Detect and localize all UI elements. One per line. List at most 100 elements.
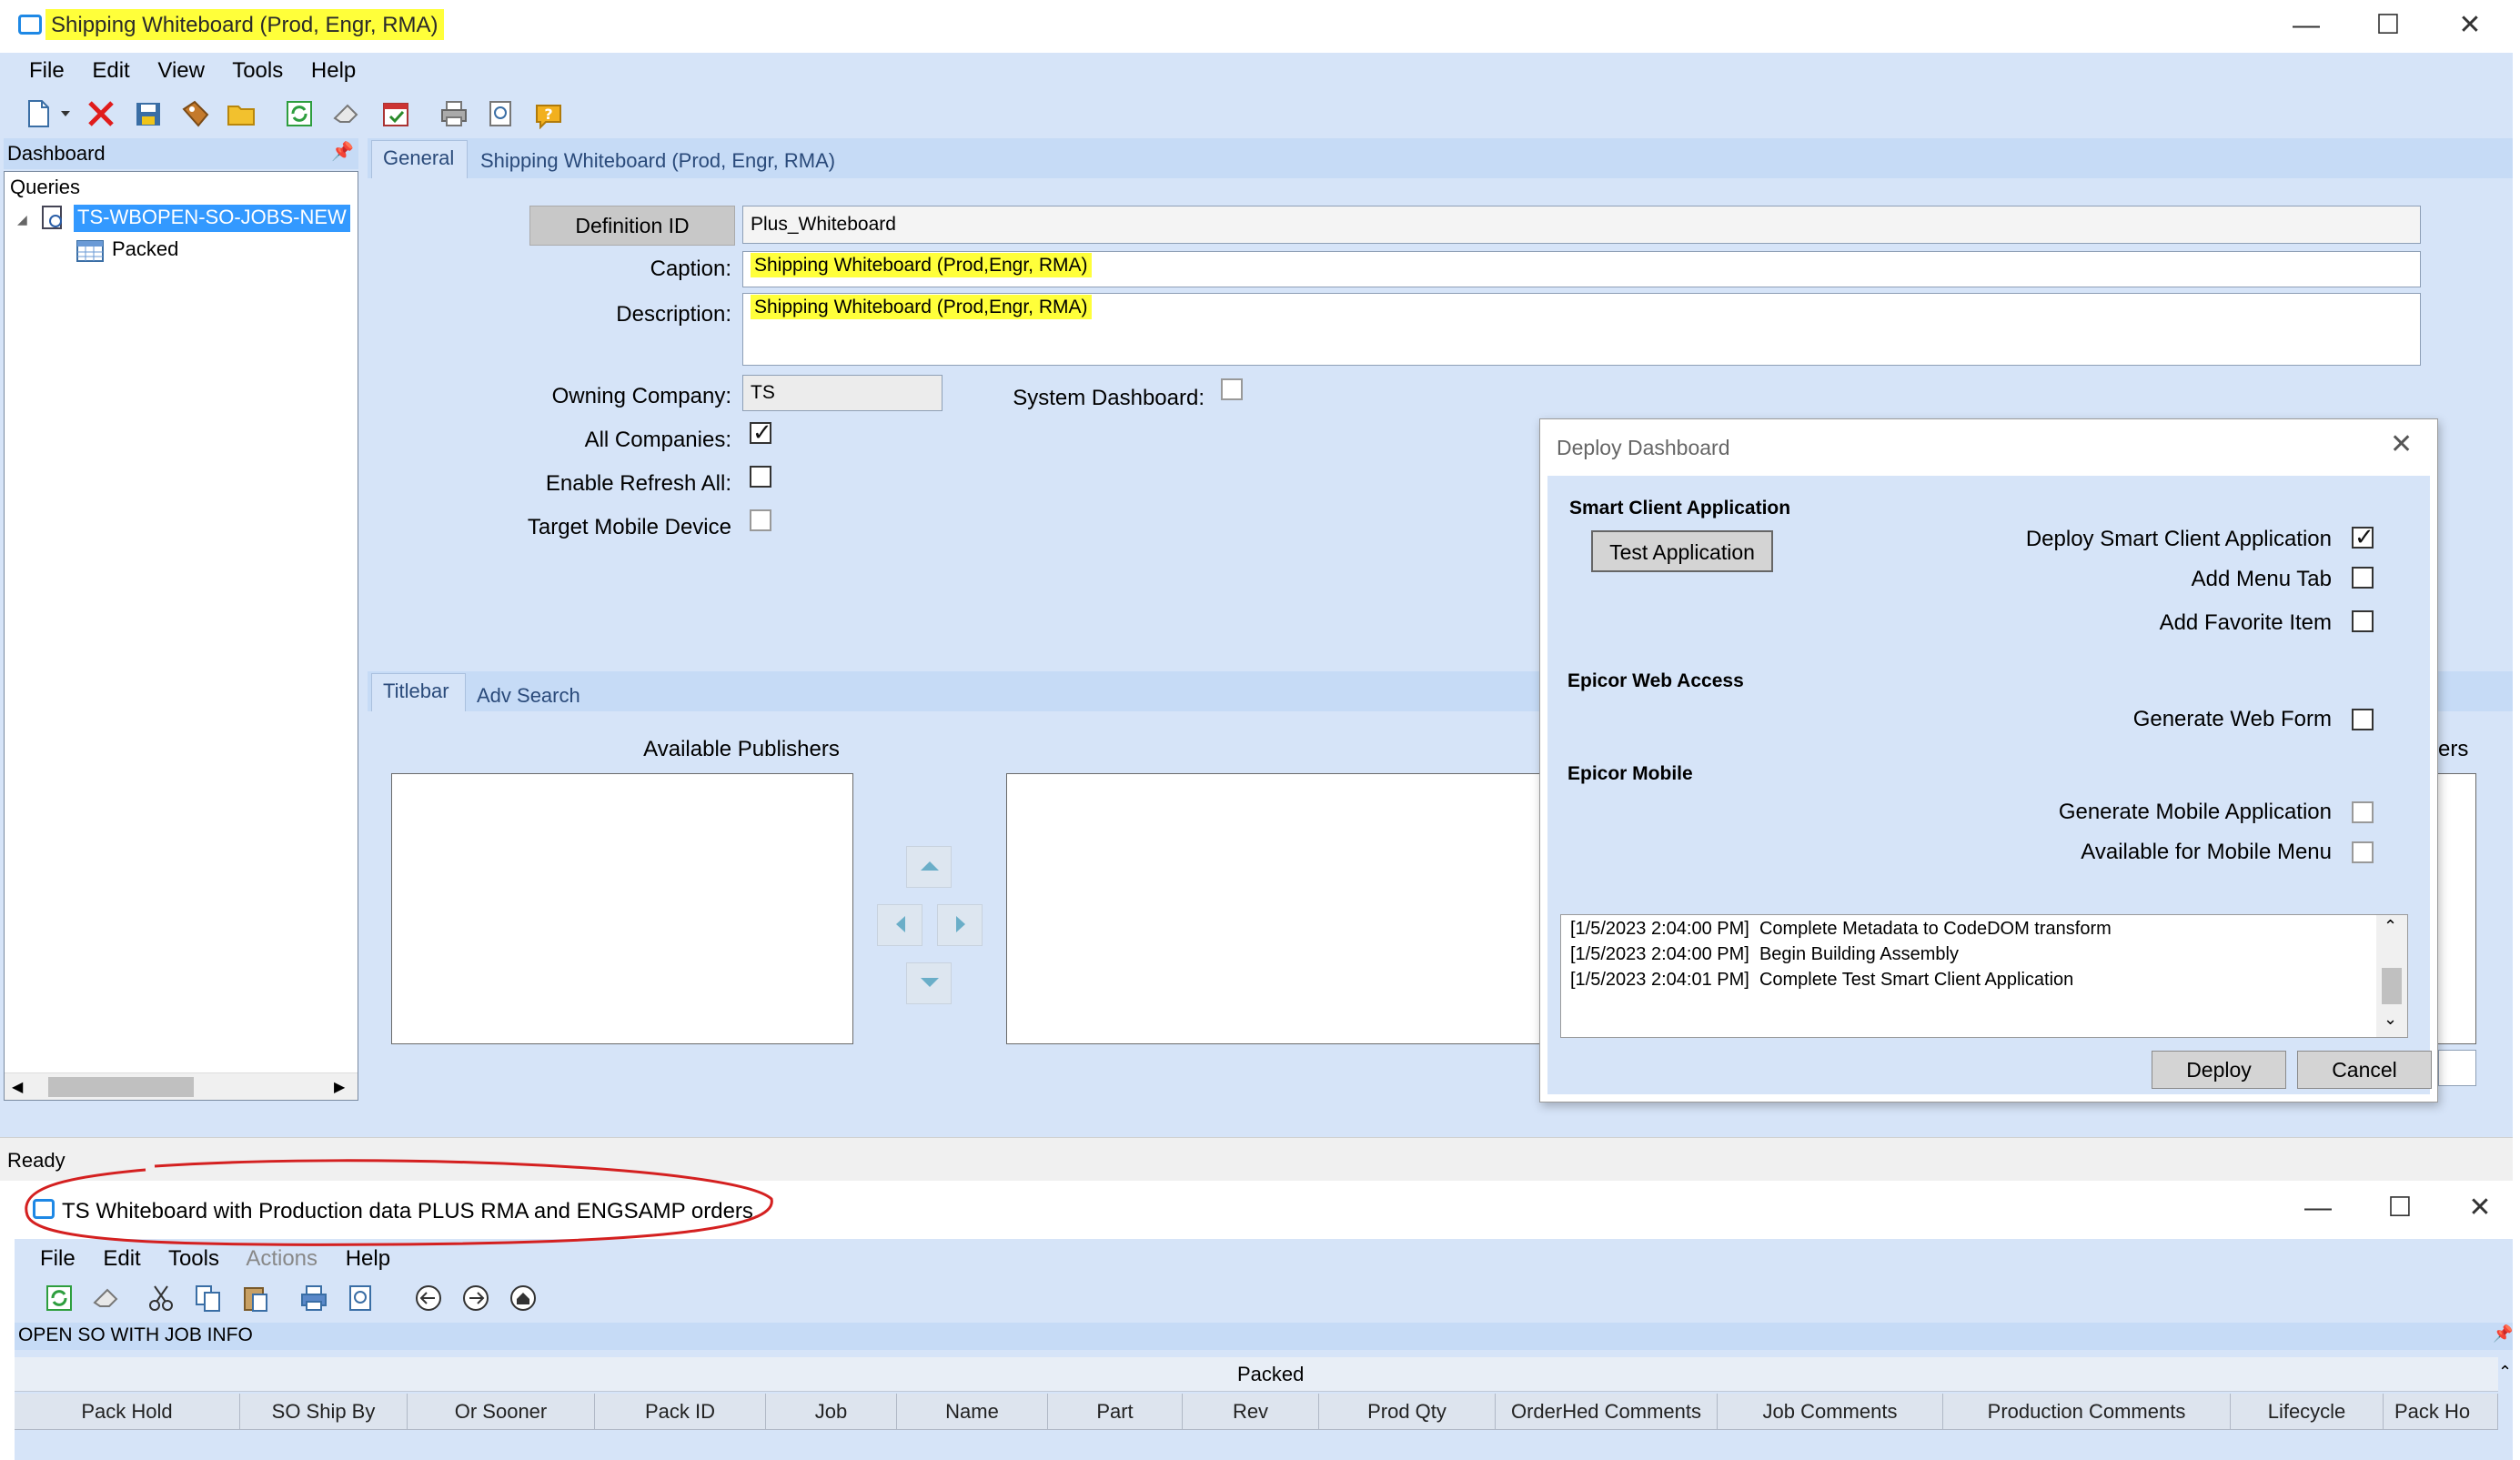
dialog-close-icon[interactable]: ✕ [2390, 428, 2413, 460]
help-icon[interactable]: ? [533, 98, 564, 129]
add-menu-tab-checkbox[interactable] [2352, 567, 2374, 589]
second-maximize-icon[interactable]: ☐ [2373, 1188, 2427, 1228]
section-pin-icon[interactable]: 📌 [2493, 1324, 2513, 1344]
column-pack-hold[interactable]: Pack Hold [15, 1394, 240, 1430]
column-rev[interactable]: Rev [1183, 1394, 1319, 1430]
column-production-comments[interactable]: Production Comments [1943, 1394, 2231, 1430]
tab-titlebar[interactable]: Titlebar [371, 673, 466, 711]
menu-help[interactable]: Help [346, 1246, 390, 1271]
print-icon[interactable] [298, 1283, 329, 1314]
move-up-button[interactable] [906, 846, 952, 888]
column-prod-qty[interactable]: Prod Qty [1319, 1394, 1496, 1430]
print-preview-icon[interactable] [486, 98, 517, 129]
test-application-button[interactable]: Test Application [1591, 530, 1773, 572]
scroll-down-icon[interactable]: ⌄ [2384, 1010, 2397, 1029]
refresh-icon[interactable] [44, 1283, 75, 1314]
menu-tools[interactable]: Tools [168, 1246, 219, 1271]
second-toolbar [33, 1281, 579, 1317]
target-mobile-checkbox[interactable] [750, 509, 771, 531]
forward-icon[interactable] [460, 1283, 491, 1314]
close-icon[interactable]: ✕ [2443, 5, 2497, 45]
column-part[interactable]: Part [1048, 1394, 1183, 1430]
tree-root-queries[interactable]: Queries [10, 176, 80, 199]
menu-edit[interactable]: Edit [92, 58, 129, 83]
calendar-icon[interactable] [380, 98, 411, 129]
pin-icon[interactable]: 📌 [331, 140, 354, 163]
chevron-down-icon[interactable] [60, 109, 71, 118]
second-minimize-icon[interactable]: — [2291, 1188, 2345, 1228]
minimize-icon[interactable]: — [2279, 5, 2334, 45]
menu-help[interactable]: Help [311, 58, 356, 83]
system-dashboard-checkbox[interactable] [1221, 378, 1243, 400]
scroll-thumb[interactable] [48, 1077, 194, 1097]
refresh-icon[interactable] [284, 98, 315, 129]
paste-icon[interactable] [240, 1283, 271, 1314]
menu-actions[interactable]: Actions [246, 1246, 318, 1271]
menu-edit[interactable]: Edit [103, 1246, 140, 1271]
menu-tools[interactable]: Tools [232, 58, 283, 83]
scroll-up-icon[interactable]: ⌃ [2384, 917, 2397, 936]
column-pack-hold-2[interactable]: Pack Ho [2384, 1394, 2498, 1430]
tree-child-packed[interactable]: Packed [112, 237, 178, 261]
column-name[interactable]: Name [897, 1394, 1048, 1430]
tree-query-node[interactable]: TS-WBOPEN-SO-JOBS-NEW [74, 205, 350, 232]
scroll-right-icon[interactable]: ▶ [334, 1078, 345, 1096]
tree-expand-icon[interactable]: ◢ [17, 212, 27, 227]
column-so-ship-by[interactable]: SO Ship By [240, 1394, 408, 1430]
deploy-button[interactable]: Deploy [2152, 1051, 2286, 1089]
tab-adv-search[interactable]: Adv Search [477, 684, 580, 708]
column-lifecycle[interactable]: Lifecycle [2231, 1394, 2384, 1430]
menu-file[interactable]: File [29, 58, 65, 83]
log-line: [1/5/2023 2:04:00 PM] Complete Metadata … [1570, 919, 2112, 940]
move-right-button[interactable] [937, 904, 983, 946]
enable-refresh-checkbox[interactable] [750, 466, 771, 488]
add-favorite-checkbox[interactable] [2352, 610, 2374, 632]
cancel-button[interactable]: Cancel [2297, 1051, 2432, 1089]
log-time: [1/5/2023 2:04:00 PM] [1570, 919, 1749, 939]
description-field[interactable]: Shipping Whiteboard (Prod,Engr, RMA) [742, 293, 2421, 366]
all-companies-checkbox[interactable] [750, 418, 772, 447]
cut-icon[interactable] [146, 1283, 176, 1314]
caption-label: Caption: [650, 257, 731, 281]
delete-icon[interactable] [86, 98, 116, 129]
dialog-body: Smart Client Application Test Applicatio… [1547, 476, 2432, 1094]
folder-icon[interactable] [226, 98, 257, 129]
tab-shipping-whiteboard[interactable]: Shipping Whiteboard (Prod, Engr, RMA) [480, 149, 835, 173]
eraser-icon[interactable] [91, 1283, 122, 1314]
grid-vscroll-up-icon[interactable]: ⌃ [2498, 1363, 2520, 1382]
home-icon[interactable] [508, 1283, 539, 1314]
column-job[interactable]: Job [766, 1394, 897, 1430]
scroll-left-icon[interactable]: ◀ [12, 1078, 23, 1096]
caption-field[interactable]: Shipping Whiteboard (Prod,Engr, RMA) [742, 251, 2421, 287]
column-job-comments[interactable]: Job Comments [1718, 1394, 1943, 1430]
deploy-smart-client-checkbox[interactable] [2352, 523, 2374, 551]
print-icon[interactable] [438, 98, 469, 129]
column-pack-id[interactable]: Pack ID [595, 1394, 766, 1430]
log-message: Begin Building Assembly [1759, 944, 1959, 964]
annotation-circle [25, 1159, 773, 1246]
new-icon[interactable] [24, 98, 55, 129]
available-publishers-list[interactable] [391, 773, 853, 1044]
log-scroll-thumb[interactable] [2382, 968, 2402, 1004]
second-close-icon[interactable]: ✕ [2453, 1188, 2507, 1228]
move-down-button[interactable] [906, 962, 952, 1004]
save-icon[interactable] [133, 98, 164, 129]
tag-icon[interactable] [180, 98, 211, 129]
column-orderhed-comments[interactable]: OrderHed Comments [1496, 1394, 1718, 1430]
print-preview-icon[interactable] [346, 1283, 377, 1314]
copy-icon[interactable] [193, 1283, 224, 1314]
column-or-sooner[interactable]: Or Sooner [408, 1394, 595, 1430]
available-mobile-menu-checkbox[interactable] [2352, 841, 2374, 863]
menu-bar: File Edit View Tools Help [29, 58, 378, 89]
log-vscrollbar[interactable]: ⌃ ⌄ [2376, 915, 2407, 1037]
move-left-button[interactable] [877, 904, 922, 946]
menu-view[interactable]: View [157, 58, 205, 83]
tab-general[interactable]: General [371, 140, 468, 178]
tree-hscrollbar[interactable]: ◀ ▶ [5, 1072, 358, 1100]
generate-web-form-checkbox[interactable] [2352, 709, 2374, 730]
generate-mobile-checkbox[interactable] [2352, 801, 2374, 823]
back-icon[interactable] [413, 1283, 444, 1314]
menu-file[interactable]: File [40, 1246, 76, 1271]
maximize-icon[interactable]: ☐ [2361, 5, 2415, 45]
eraser-icon[interactable] [331, 98, 362, 129]
